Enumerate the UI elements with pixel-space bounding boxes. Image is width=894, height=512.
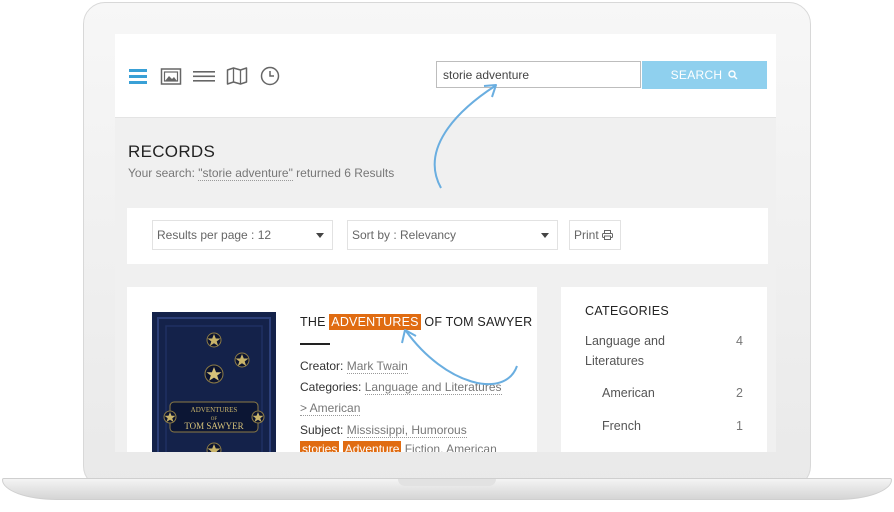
compact-list-icon[interactable]: [193, 66, 215, 86]
results-per-page-value: Results per page : 12: [157, 228, 272, 242]
svg-text:ADVENTURES: ADVENTURES: [191, 406, 238, 414]
subject-highlight-adventure[interactable]: Adventure: [342, 441, 402, 452]
top-toolbar: SEARCH: [115, 34, 776, 118]
gallery-view-icon[interactable]: [160, 66, 182, 86]
categories-row: Categories: Language and Literatures: [300, 380, 502, 395]
result-card: ADVENTURES OF TOM SAWYER THE ADVENTURES …: [127, 287, 537, 452]
categories-link-line1[interactable]: Language and Literatures: [364, 380, 502, 395]
page-title: RECORDS: [128, 142, 216, 161]
chevron-down-icon: [316, 233, 324, 238]
category-item-american[interactable]: American 2: [602, 386, 743, 400]
sort-by-select[interactable]: Sort by : Relevancy: [347, 220, 558, 250]
category-item-language-and-literatures[interactable]: Language and Literatures 4: [585, 331, 743, 371]
screen: SEARCH RECORDS Your search: "storie adve…: [115, 34, 776, 452]
results-controls: Results per page : 12 Sort by : Relevanc…: [127, 208, 768, 264]
subject-link-rest[interactable]: Fiction, American: [401, 442, 497, 452]
categories-row-cont: > American: [300, 401, 361, 416]
sort-by-value: Sort by : Relevancy: [352, 228, 457, 242]
list-view-icon[interactable]: [127, 66, 149, 86]
result-title-post: OF TOM SAWYER: [420, 315, 533, 329]
creator-label: Creator:: [300, 359, 344, 373]
book-cover-image[interactable]: ADVENTURES OF TOM SAWYER: [152, 312, 276, 452]
category-item-french[interactable]: French 1: [602, 419, 743, 433]
result-title[interactable]: THE ADVENTURES OF TOM SAWYER: [300, 314, 533, 330]
categories-panel: CATEGORIES Language and Literatures 4 Am…: [561, 287, 767, 452]
subject-highlight-stories[interactable]: stories: [300, 441, 340, 452]
view-switcher: [127, 66, 281, 86]
results-per-page-select[interactable]: Results per page : 12: [152, 220, 333, 250]
subject-row-cont: stories Adventure Fiction, American: [300, 441, 497, 452]
svg-text:TOM SAWYER: TOM SAWYER: [184, 421, 243, 431]
chevron-down-icon: [541, 233, 549, 238]
search-button-label: SEARCH: [670, 68, 723, 82]
laptop-notch: [398, 479, 496, 486]
category-label: American: [602, 386, 655, 400]
categories-link-line2[interactable]: > American: [300, 401, 361, 416]
creator-row: Creator: Mark Twain: [300, 359, 408, 374]
print-icon: [602, 230, 614, 240]
result-title-highlight: ADVENTURES: [329, 314, 421, 330]
result-title-pre: THE: [300, 315, 330, 329]
category-label-line2: Literatures: [585, 354, 645, 368]
search-button[interactable]: SEARCH: [642, 61, 767, 89]
categories-heading: CATEGORIES: [585, 304, 670, 318]
search-input[interactable]: [436, 61, 641, 88]
categories-label: Categories:: [300, 380, 362, 394]
search-icon: [728, 70, 738, 80]
title-divider: [300, 343, 330, 345]
creator-link[interactable]: Mark Twain: [346, 359, 408, 374]
category-count: 4: [736, 334, 743, 348]
print-label: Print: [574, 228, 599, 242]
search-summary-suffix: returned 6 Results: [292, 166, 395, 180]
print-button[interactable]: Print: [569, 220, 621, 250]
category-label-line1: Language and: [585, 334, 665, 348]
category-count: 1: [736, 419, 743, 433]
category-count: 2: [736, 386, 743, 400]
subject-label: Subject:: [300, 423, 344, 437]
search-summary: Your search: "storie adventure" returned…: [128, 166, 395, 181]
search-summary-prefix: Your search:: [128, 166, 199, 180]
subject-row: Subject: Mississippi, Humorous: [300, 423, 467, 438]
map-view-icon[interactable]: [226, 66, 248, 86]
category-label: French: [602, 419, 641, 433]
search-query-link[interactable]: "storie adventure": [198, 166, 293, 181]
subject-link[interactable]: Mississippi, Humorous: [346, 423, 467, 438]
timeline-icon[interactable]: [259, 66, 281, 86]
